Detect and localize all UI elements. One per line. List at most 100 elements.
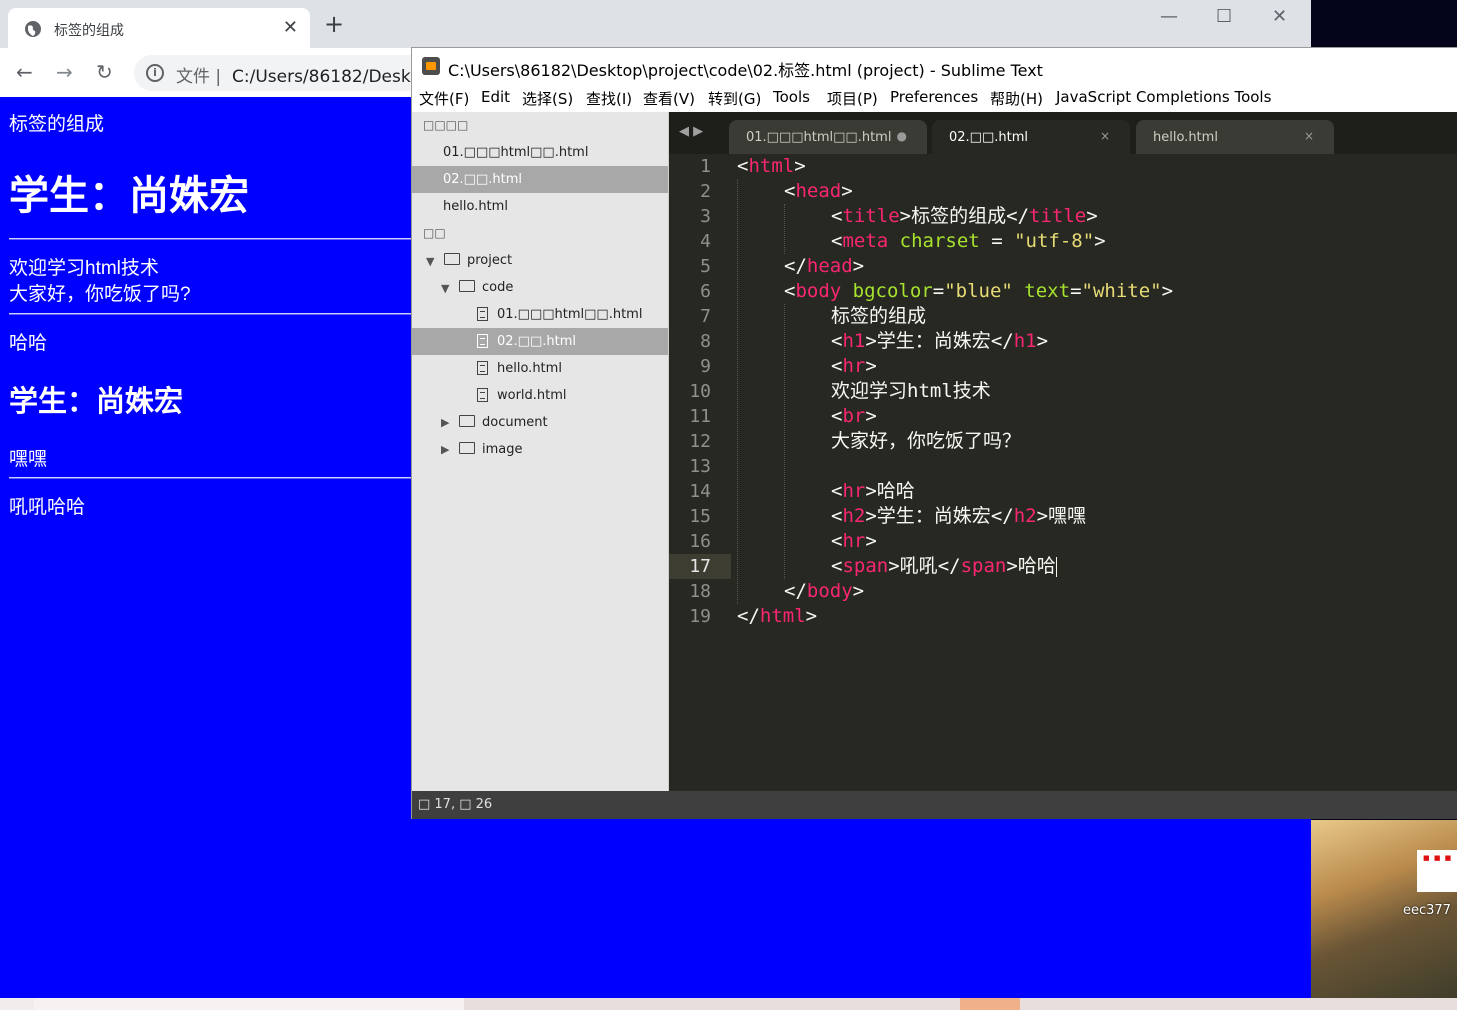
file-label: world.html [497, 388, 567, 403]
code-line[interactable]: <h1>学生：尚姝宏</h1> [831, 329, 1048, 354]
code-line[interactable]: <hr> [831, 354, 877, 379]
open-file-item[interactable]: 01.□□□html□□.html [412, 139, 668, 166]
close-tab-icon[interactable]: × [1100, 129, 1110, 143]
back-arrow-icon[interactable]: ← [16, 62, 33, 82]
line-number: 14 [689, 481, 711, 502]
code-line[interactable]: <hr> [831, 529, 877, 554]
code-text-token: 吼吼 [899, 555, 938, 577]
editor-tab[interactable]: 01.□□□html□□.html ● [729, 120, 927, 154]
sublime-titlebar: C:\Users\86182\Desktop\project\code\02.标… [412, 48, 1457, 86]
code-editor[interactable]: 1 2 3 4 5 6 7 8 9 10 11 12 13 14 15 16 1… [669, 154, 1457, 791]
forward-arrow-icon[interactable]: → [56, 62, 73, 82]
desktop-icon-thumbnail[interactable]: ■ ■ ■ [1417, 850, 1457, 892]
minimize-icon[interactable]: — [1160, 6, 1178, 27]
code-line[interactable]: <head> [784, 179, 853, 204]
thumbnail-mark: ■ ■ ■ [1423, 854, 1453, 862]
menu-preferences[interactable]: Preferences [890, 88, 978, 106]
menu-goto[interactable]: 转到(G) [708, 88, 761, 109]
taskbar-search[interactable] [34, 998, 464, 1010]
menu-file[interactable]: 文件(F) [419, 88, 469, 109]
file-item[interactable]: 02.□□.html [412, 328, 668, 355]
code-line[interactable]: <html> [737, 154, 806, 179]
code-line[interactable]: <meta charset = "utf-8"> [831, 229, 1106, 254]
new-tab-button[interactable]: + [324, 12, 344, 36]
code-tag-token: title [842, 205, 900, 227]
code-text-token: < [784, 280, 796, 302]
reload-icon[interactable]: ↻ [96, 62, 113, 82]
code-text-token: 欢迎学习html技术 [831, 380, 991, 402]
horizontal-rule [9, 477, 411, 479]
tab-scroll-arrows-icon[interactable]: ◀ ▶ [679, 124, 703, 139]
code-line[interactable]: 大家好，你吃饭了吗？ [831, 429, 1021, 454]
code-text-token: </ [990, 330, 1014, 352]
unsaved-dot-icon[interactable]: ● [897, 129, 907, 143]
window-close-icon[interactable]: ✕ [1272, 6, 1287, 27]
code-text-token: > [888, 555, 900, 577]
sublime-sidebar: □□□□ 01.□□□html□□.html 02.□□.html hello.… [412, 112, 669, 791]
menu-selection[interactable]: 选择(S) [522, 88, 573, 109]
sublime-text-window: C:\Users\86182\Desktop\project\code\02.标… [411, 47, 1457, 819]
info-icon[interactable]: i [146, 64, 164, 82]
code-line[interactable]: </body> [784, 579, 864, 604]
triangle-right-icon[interactable]: ▶ [441, 443, 449, 456]
desktop-icon-label[interactable]: eec377 [1403, 903, 1451, 918]
close-tab-icon[interactable]: ✕ [283, 17, 298, 38]
triangle-down-icon[interactable]: ▼ [441, 282, 449, 295]
menu-edit[interactable]: Edit [481, 88, 510, 106]
close-tab-icon[interactable]: × [1304, 129, 1314, 143]
menu-js-completions-tools[interactable]: JavaScript Completions Tools [1056, 88, 1271, 106]
browser-tab[interactable]: 标签的组成 ✕ [8, 8, 310, 48]
code-tag-token: h1 [1013, 330, 1037, 352]
code-tag-token: meta [842, 230, 889, 252]
code-text-token: > [794, 155, 806, 177]
line-number: 9 [700, 356, 711, 377]
editor-tab-active[interactable]: 02.□□.html × [932, 120, 1130, 154]
code-line[interactable]: 标签的组成 [831, 304, 926, 329]
code-string-token: "utf-8" [1014, 230, 1095, 252]
editor-tab-label: 01.□□□html□□.html [746, 130, 892, 145]
code-text-token: > [1086, 205, 1098, 227]
editor-tab[interactable]: hello.html × [1136, 120, 1334, 154]
open-file-label: 01.□□□html□□.html [443, 145, 589, 160]
folder-document[interactable]: ▶ document [412, 409, 668, 436]
code-line[interactable]: <title>标签的组成</title> [831, 204, 1098, 229]
sidebar-folders-header: □□ [412, 220, 668, 247]
taskbar-start[interactable] [0, 998, 34, 1010]
code-line[interactable]: <hr>哈哈 [831, 479, 915, 504]
menu-view[interactable]: 查看(V) [643, 88, 695, 109]
code-tag-token: h2 [842, 505, 866, 527]
code-string-token: "blue" [944, 280, 1013, 302]
maximize-icon[interactable]: ☐ [1216, 6, 1232, 27]
code-tag-token: head [795, 180, 842, 202]
file-item[interactable]: 01.□□□html□□.html [412, 301, 668, 328]
code-line[interactable]: </head> [784, 254, 864, 279]
open-file-item[interactable]: 02.□□.html [412, 166, 668, 193]
triangle-down-icon[interactable]: ▼ [426, 255, 434, 268]
folder-image[interactable]: ▶ image [412, 436, 668, 463]
code-text-token: </ [990, 505, 1014, 527]
code-line[interactable]: </html> [737, 604, 817, 629]
code-text-token: </ [1006, 205, 1030, 227]
file-item[interactable]: hello.html [412, 355, 668, 382]
code-line[interactable]: <h2>学生：尚姝宏</h2>嘿嘿 [831, 504, 1086, 529]
menu-tools[interactable]: Tools [773, 88, 810, 106]
code-text-token: 哈哈 [876, 480, 915, 502]
line-number-gutter: 1 2 3 4 5 6 7 8 9 10 11 12 13 14 15 16 1… [669, 154, 731, 791]
folder-code[interactable]: ▼ code [412, 274, 668, 301]
file-item[interactable]: world.html [412, 382, 668, 409]
taskbar-app[interactable] [960, 998, 1020, 1010]
line-number: 1 [700, 156, 711, 177]
menu-help[interactable]: 帮助(H) [990, 88, 1043, 109]
code-line[interactable]: 欢迎学习html技术 [831, 379, 991, 404]
triangle-right-icon[interactable]: ▶ [441, 416, 449, 429]
code-line[interactable]: <br> [831, 404, 877, 429]
folder-icon [459, 415, 475, 427]
menu-project[interactable]: 项目(P) [827, 88, 878, 109]
code-line[interactable]: <body bgcolor="blue" text="white"> [784, 279, 1173, 304]
folder-label: code [482, 280, 514, 295]
folder-project[interactable]: ▼ project [412, 247, 668, 274]
open-file-item[interactable]: hello.html [412, 193, 668, 220]
code-line[interactable]: <span>吼吼</span>哈哈 [831, 554, 1057, 579]
menu-find[interactable]: 查找(I) [586, 88, 632, 109]
